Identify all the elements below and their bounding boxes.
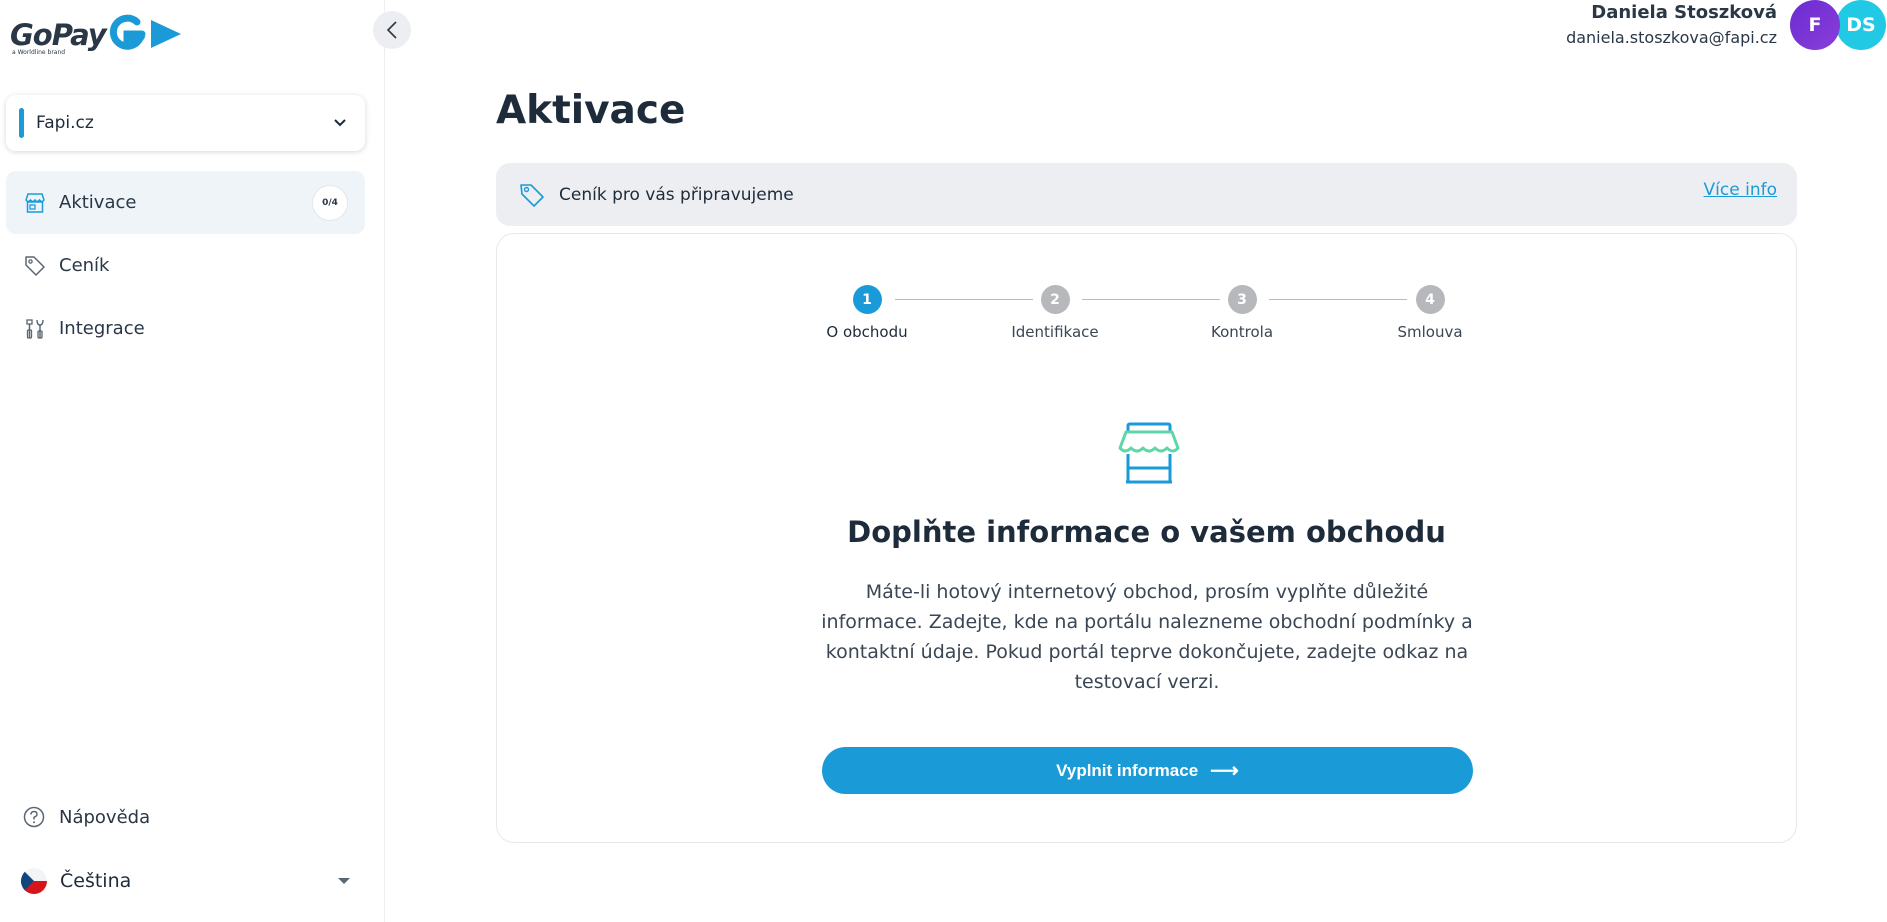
step-o-obchodu[interactable]: 1 O obchodu <box>807 285 927 341</box>
tag-icon <box>23 254 47 278</box>
user-name: Daniela Stoszková <box>1591 2 1777 23</box>
sidebar-item-label: Ceník <box>59 255 110 276</box>
step-smlouva[interactable]: 4 Smlouva <box>1370 285 1490 341</box>
caret-down-icon <box>338 878 350 884</box>
shop-selector[interactable]: Fapi.cz <box>6 95 365 151</box>
arrow-right-icon: ⟶ <box>1210 760 1239 782</box>
banner-text: Ceník pro vás připravujeme <box>559 184 794 205</box>
sidebar-item-aktivace[interactable]: Aktivace 0/4 <box>6 171 365 234</box>
logo-tagline: a Worldline brand <box>12 49 66 56</box>
step-number: 2 <box>1040 285 1070 314</box>
step-number: 3 <box>1227 285 1257 314</box>
user-info[interactable]: Daniela Stoszková daniela.stoszkova@fapi… <box>1566 0 1777 47</box>
card-title: Doplňte informace o vašem obchodu <box>847 515 1446 549</box>
help-label: Nápověda <box>59 806 151 828</box>
sidebar-item-label: Integrace <box>59 318 145 339</box>
activation-card: 1 O obchodu 2 Identifikace 3 Kontrola 4 … <box>496 233 1797 843</box>
collapse-sidebar-button[interactable] <box>373 11 411 49</box>
step-label: Kontrola <box>1210 323 1274 341</box>
shop-name: Fapi.cz <box>36 113 94 133</box>
help-link[interactable]: Nápověda <box>23 806 150 828</box>
step-label: Identifikace <box>1011 323 1099 341</box>
progress-badge: 0/4 <box>312 184 348 221</box>
activation-stepper: 1 O obchodu 2 Identifikace 3 Kontrola 4 … <box>807 285 1463 345</box>
chevron-down-icon <box>334 119 346 127</box>
store-icon <box>23 191 47 215</box>
tag-icon <box>520 183 544 207</box>
step-number: 4 <box>1415 285 1445 314</box>
help-icon <box>23 806 45 828</box>
language-selector[interactable]: Čeština <box>21 868 351 894</box>
step-kontrola[interactable]: 3 Kontrola <box>1182 285 1302 341</box>
sidebar-item-integrace[interactable]: Integrace <box>6 297 365 360</box>
more-info-link[interactable]: Více info <box>1704 180 1777 200</box>
sidebar-item-cenik[interactable]: Ceník <box>6 234 365 297</box>
language-label: Čeština <box>60 870 132 892</box>
step-number: 1 <box>852 285 882 314</box>
flag-cz-icon <box>21 868 47 894</box>
chevron-left-icon <box>386 21 397 39</box>
fill-info-button[interactable]: Vyplnit informace ⟶ <box>822 747 1473 794</box>
tools-icon <box>23 317 47 341</box>
step-label: O obchodu <box>826 323 908 341</box>
pricing-info-banner: Ceník pro vás připravujeme Více info <box>496 163 1797 226</box>
gopay-logo[interactable]: GoPay a Worldline brand <box>10 14 181 58</box>
avatar-user[interactable]: DS <box>1836 0 1886 50</box>
sidebar-nav: Aktivace 0/4 Ceník Integrace <box>6 171 365 360</box>
page-title: Aktivace <box>496 88 686 133</box>
logo-g-icon <box>109 14 181 50</box>
user-email: daniela.stoszkova@fapi.cz <box>1566 28 1777 47</box>
sidebar-item-label: Aktivace <box>59 192 137 213</box>
shop-color-bar <box>19 108 24 138</box>
logo-text: GoPay <box>10 18 107 52</box>
fill-info-button-label: Vyplnit informace <box>1056 760 1199 780</box>
card-description: Máte-li hotový internetový obchod, prosí… <box>821 581 1473 693</box>
sidebar: GoPay a Worldline brand Fapi.cz Aktivace… <box>0 0 411 922</box>
step-identifikace[interactable]: 2 Identifikace <box>995 285 1115 341</box>
step-label: Smlouva <box>1397 323 1463 341</box>
storefront-icon <box>1118 422 1180 484</box>
avatar-group: F DS <box>1790 0 1887 50</box>
avatar-shop[interactable]: F <box>1790 0 1840 50</box>
